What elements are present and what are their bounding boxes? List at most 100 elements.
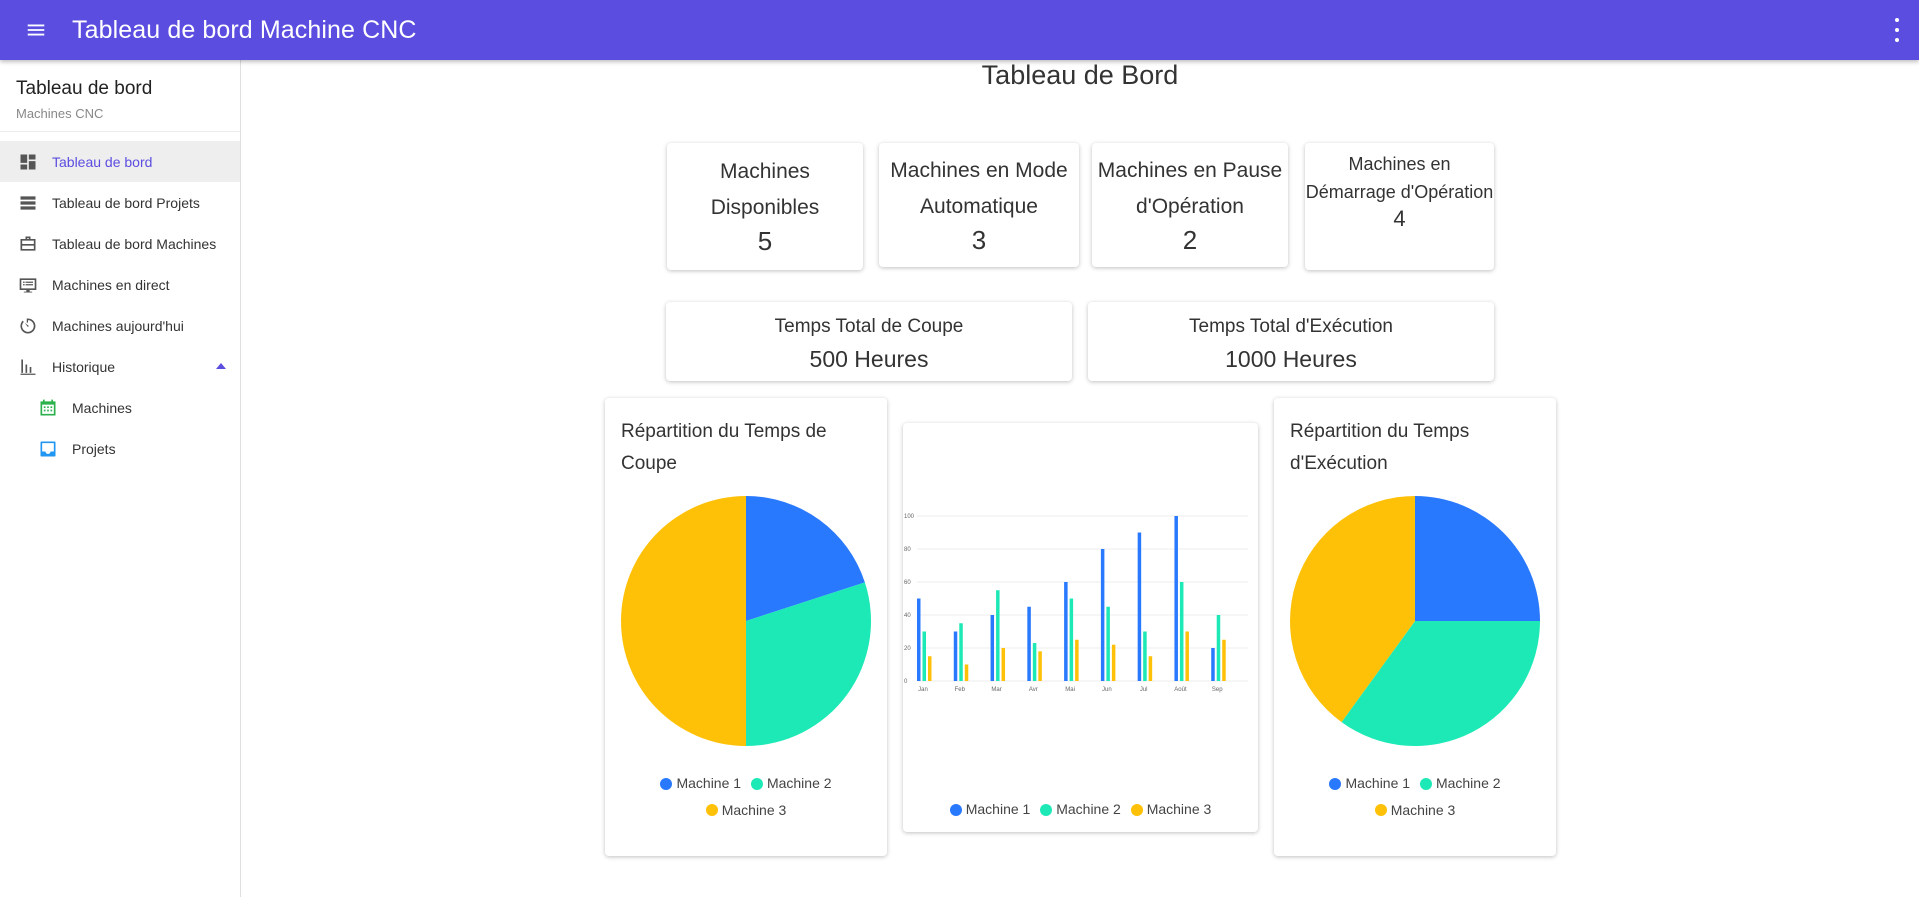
sidebar-item-label: Machines <box>72 399 132 416</box>
more-options-button[interactable] <box>1893 18 1901 42</box>
legend-item[interactable]: Machine 2 <box>1040 797 1121 822</box>
bar-machine-1-avr[interactable] <box>1027 606 1031 681</box>
sidebar-item-projets-dashboard[interactable]: Tableau de bord Projets <box>0 182 240 223</box>
bar-machine-3-mar[interactable] <box>1001 648 1006 681</box>
bar-machine-3-août[interactable] <box>1185 631 1189 682</box>
x-tick-label: Jul <box>1140 687 1148 693</box>
legend-item[interactable]: Machine 3 <box>1130 797 1212 822</box>
bar-machine-2-mar[interactable] <box>996 590 1000 681</box>
stat-card-mode-automatique: Machines en Mode Automatique 3 <box>879 143 1079 267</box>
sidebar-item-label: Historique <box>52 358 116 375</box>
legend-item[interactable]: Machine 1 <box>1329 771 1410 796</box>
sidebar-item-machines-en-direct[interactable]: Machines en direct <box>0 264 240 305</box>
x-tick-label: Août <box>1174 687 1187 693</box>
sidebar-header: Tableau de bord Machines CNC <box>0 60 240 132</box>
sidebar-item-historique[interactable]: Historique <box>0 346 240 387</box>
bar-machine-2-avr[interactable] <box>1032 643 1037 681</box>
chart-legend: Machine 1 Machine 2 Machine 3 <box>605 771 887 824</box>
pie-slice-machine-3[interactable] <box>621 496 746 746</box>
bar-machine-3-feb[interactable] <box>964 664 969 682</box>
y-tick-label: 0 <box>904 679 908 685</box>
y-tick-label: 60 <box>904 580 911 586</box>
sidebar-title: Tableau de bord <box>16 78 153 99</box>
monthly-bar-chart: 0 20 40 60 80 100 Jan Feb Mar Avr Mai Jun Jul Août Sep <box>904 514 1248 693</box>
bar-machine-2-feb[interactable] <box>959 623 963 681</box>
bar-machine-2-mai[interactable] <box>1069 598 1074 682</box>
bar-machine-3-avr[interactable] <box>1038 651 1042 681</box>
stat-label: Machines en Démarrage d'Opération <box>1305 154 1494 202</box>
monitor-list-icon <box>18 275 38 295</box>
x-tick-label: Jan <box>918 687 928 693</box>
stat-value: 3 <box>971 225 987 255</box>
list-view-icon <box>18 193 38 213</box>
x-tick-label: Jun <box>1102 687 1112 693</box>
stat-label: Machines Disponibles <box>710 160 820 219</box>
legend-item[interactable]: Machine 3 <box>1374 798 1455 823</box>
legend-label: Machine 2 <box>766 775 832 791</box>
bar-machine-3-jul[interactable] <box>1148 656 1153 681</box>
bar-machine-2-sep[interactable] <box>1216 615 1221 681</box>
collapse-arrow-icon[interactable] <box>216 363 226 369</box>
bar-machine-3-jun[interactable] <box>1111 644 1116 681</box>
total-cutting-time-card: Temps Total de Coupe 500 Heures <box>666 302 1072 381</box>
stat-card-demarrage-operation: Machines en Démarrage d'Opération 4 <box>1305 143 1494 270</box>
legend-item[interactable]: Machine 1 <box>949 797 1031 822</box>
timer-icon <box>18 316 38 336</box>
legend-label: Machine 3 <box>721 801 787 818</box>
sidebar-item-label: Tableau de bord Machines <box>52 235 217 252</box>
menu-icon <box>27 24 45 36</box>
sidebar-item-machines-aujourdhui[interactable]: Machines aujourd'hui <box>0 305 240 346</box>
x-tick-label: Sep <box>1212 687 1223 693</box>
app-title: Tableau de bord Machine CNC <box>72 15 417 44</box>
monthly-bar-chart-card: 0 20 40 60 80 100 Jan Feb Mar Avr Mai Jun Jul Août Sep… <box>903 423 1258 832</box>
legend-label: Machine 1 <box>965 801 1031 817</box>
legend-item[interactable]: Machine 3 <box>705 798 787 823</box>
sidebar-item-historique-projets[interactable]: Projets <box>0 428 240 469</box>
x-tick-label: Feb <box>955 687 966 693</box>
x-tick-label: Avr <box>1029 687 1038 693</box>
sidebar-item-label: Machines en direct <box>52 276 170 293</box>
bar-machine-3-sep[interactable] <box>1222 639 1226 681</box>
bar-machine-3-mai[interactable] <box>1075 639 1079 681</box>
bar-machine-2-jul[interactable] <box>1143 631 1147 682</box>
bar-machine-1-mar[interactable] <box>990 615 995 681</box>
total-execution-time-card: Temps Total d'Exécution 1000 Heures <box>1088 302 1494 381</box>
stat-value: 4 <box>1393 206 1406 231</box>
hamburger-menu-button[interactable] <box>0 0 72 60</box>
x-tick-label: Mar <box>991 687 1001 693</box>
legend-label: Machine 3 <box>1146 801 1212 817</box>
bar-machine-1-jul[interactable] <box>1137 532 1142 682</box>
y-tick-label: 40 <box>904 613 911 619</box>
main-content: Tableau de Bord Machines Disponibles 5 M… <box>241 60 1919 897</box>
cutting-time-pie-chart <box>621 496 871 746</box>
sidebar-item-tableau-de-bord[interactable]: Tableau de bord <box>0 141 240 182</box>
legend-item[interactable]: Machine 2 <box>1419 771 1501 796</box>
bar-machine-2-août[interactable] <box>1179 582 1184 681</box>
bar-machine-3-jan[interactable] <box>928 656 932 681</box>
legend-label: Machine 2 <box>1435 775 1501 791</box>
sidebar-item-label: Projets <box>72 440 116 457</box>
bar-machine-2-jun[interactable] <box>1106 606 1110 681</box>
bar-chart-icon <box>18 357 38 377</box>
bar-machine-1-août[interactable] <box>1174 516 1178 681</box>
bar-machine-2-jan[interactable] <box>922 631 927 682</box>
legend-item[interactable]: Machine 2 <box>750 771 832 796</box>
pie-slice-machine-1[interactable] <box>1415 496 1540 621</box>
y-tick-label: 20 <box>904 646 911 652</box>
legend-item[interactable]: Machine 1 <box>660 771 741 796</box>
bar-machine-1-mai[interactable] <box>1064 582 1068 681</box>
chart-legend: Machine 1 Machine 2 Machine 3 <box>1274 771 1556 824</box>
sidebar-item-label: Tableau de bord <box>52 153 153 170</box>
bar-machine-1-jun[interactable] <box>1100 549 1105 681</box>
bar-machine-1-sep[interactable] <box>1211 648 1215 681</box>
sidebar-item-historique-machines[interactable]: Machines <box>0 387 240 428</box>
stat-value: 5 <box>757 226 773 256</box>
calendar-icon <box>38 398 58 418</box>
chart-legend: Machine 1 Machine 2 Machine 3 <box>903 797 1258 824</box>
bar-machine-1-jan[interactable] <box>917 598 921 682</box>
stat-card-pause-operation: Machines en Pause d'Opération 2 <box>1092 143 1288 267</box>
sidebar-item-label: Machines aujourd'hui <box>52 317 184 334</box>
bar-machine-1-feb[interactable] <box>953 631 958 682</box>
sidebar-item-machines-dashboard[interactable]: Tableau de bord Machines <box>0 223 240 264</box>
stat-card-disponibles: Machines Disponibles 5 <box>667 143 863 270</box>
